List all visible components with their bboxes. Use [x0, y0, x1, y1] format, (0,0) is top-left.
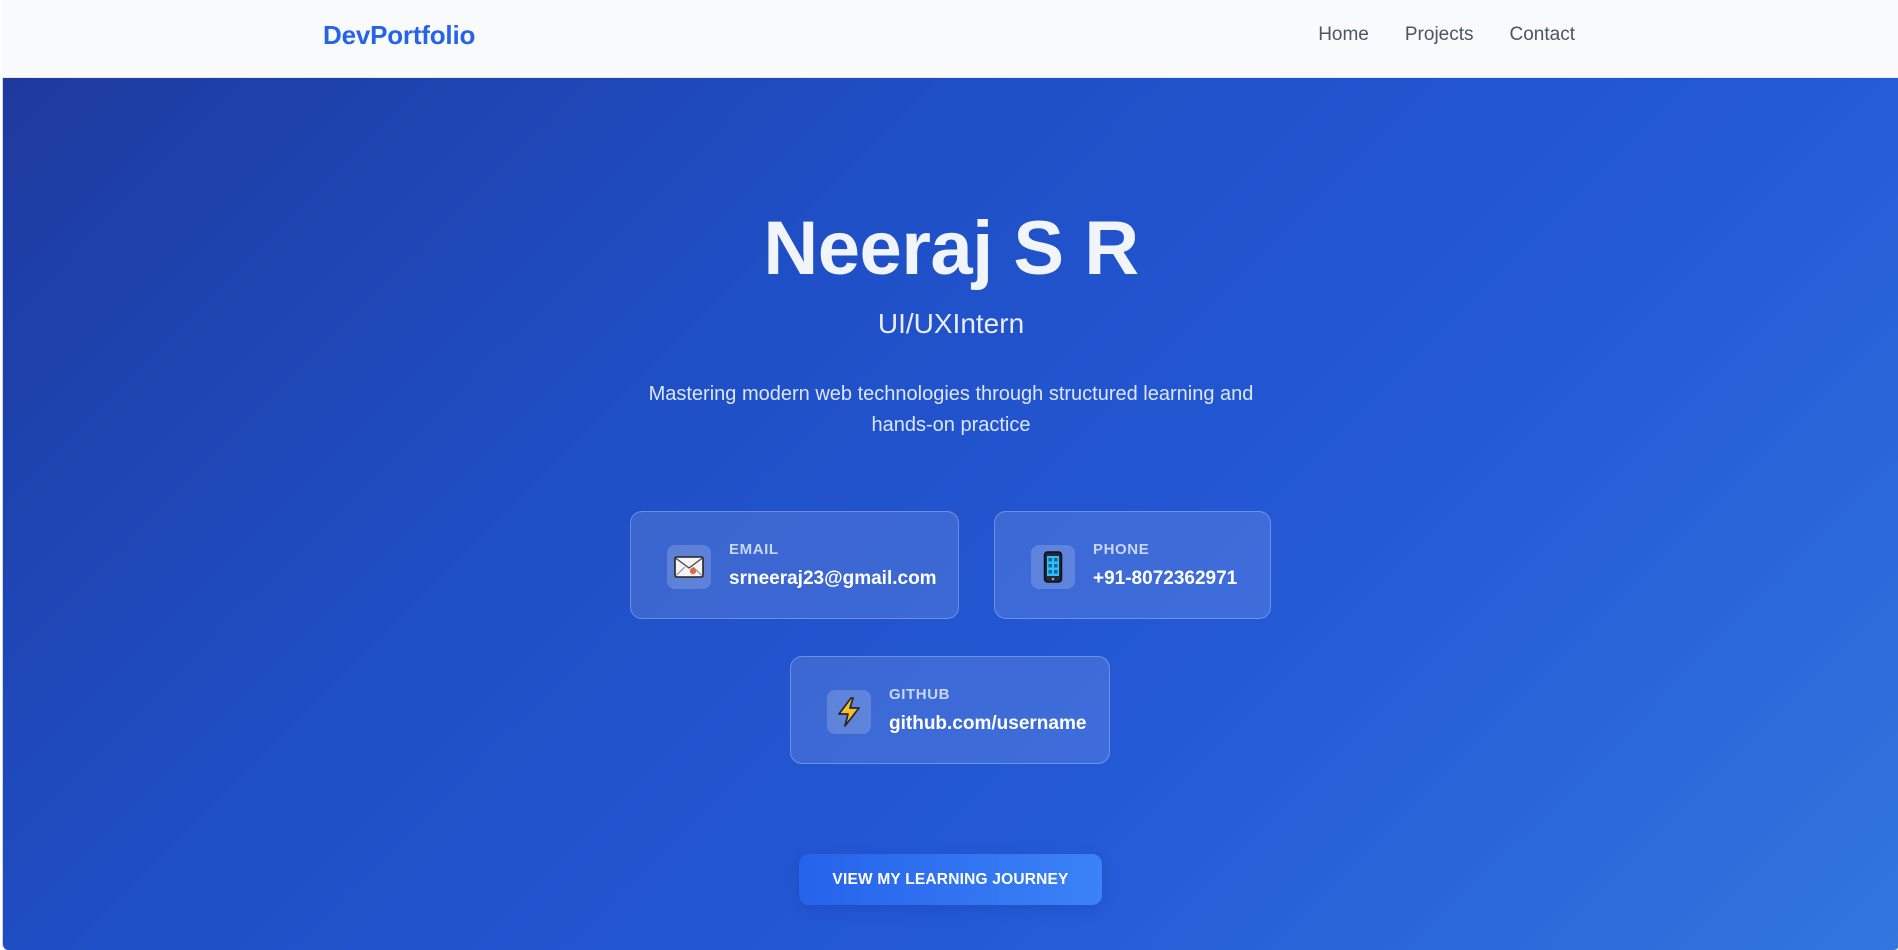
email-value[interactable]: srneeraj23@gmail.com [729, 568, 937, 590]
lightning-icon [827, 690, 871, 734]
nav-links: Home Projects Contact [1318, 24, 1575, 46]
hero-role: UI/UXIntern [877, 308, 1025, 339]
mobile-phone-icon [1031, 545, 1075, 589]
envelope-icon [667, 545, 711, 589]
view-learning-journey-button[interactable]: VIEW MY LEARNING JOURNEY [799, 854, 1102, 905]
email-label: EMAIL [729, 541, 779, 558]
navbar: DevPortfolio Home Projects Contact [2, 0, 1898, 78]
github-value[interactable]: github.com/username [889, 713, 1086, 735]
phone-value[interactable]: +91-8072362971 [1093, 568, 1237, 590]
hero-description: Mastering modern web technologies throug… [648, 383, 1254, 436]
phone-card[interactable]: PHONE +91-8072362971 [994, 511, 1271, 619]
page: DevPortfolio Home Projects Contact Neera… [2, 0, 1898, 950]
github-card[interactable]: GITHUB github.com/username [790, 656, 1110, 764]
brand-logo[interactable]: DevPortfolio [323, 20, 475, 51]
nav-link-projects[interactable]: Projects [1405, 24, 1474, 46]
github-label: GITHUB [889, 686, 951, 703]
hero-section: Neeraj S R UI/UXIntern Mastering modern … [2, 78, 1898, 950]
nav-link-contact[interactable]: Contact [1510, 24, 1575, 46]
phone-label: PHONE [1093, 541, 1150, 558]
email-card[interactable]: EMAIL srneeraj23@gmail.com [630, 511, 959, 619]
nav-link-home[interactable]: Home [1318, 24, 1369, 46]
hero-name: Neeraj S R [763, 206, 1139, 291]
